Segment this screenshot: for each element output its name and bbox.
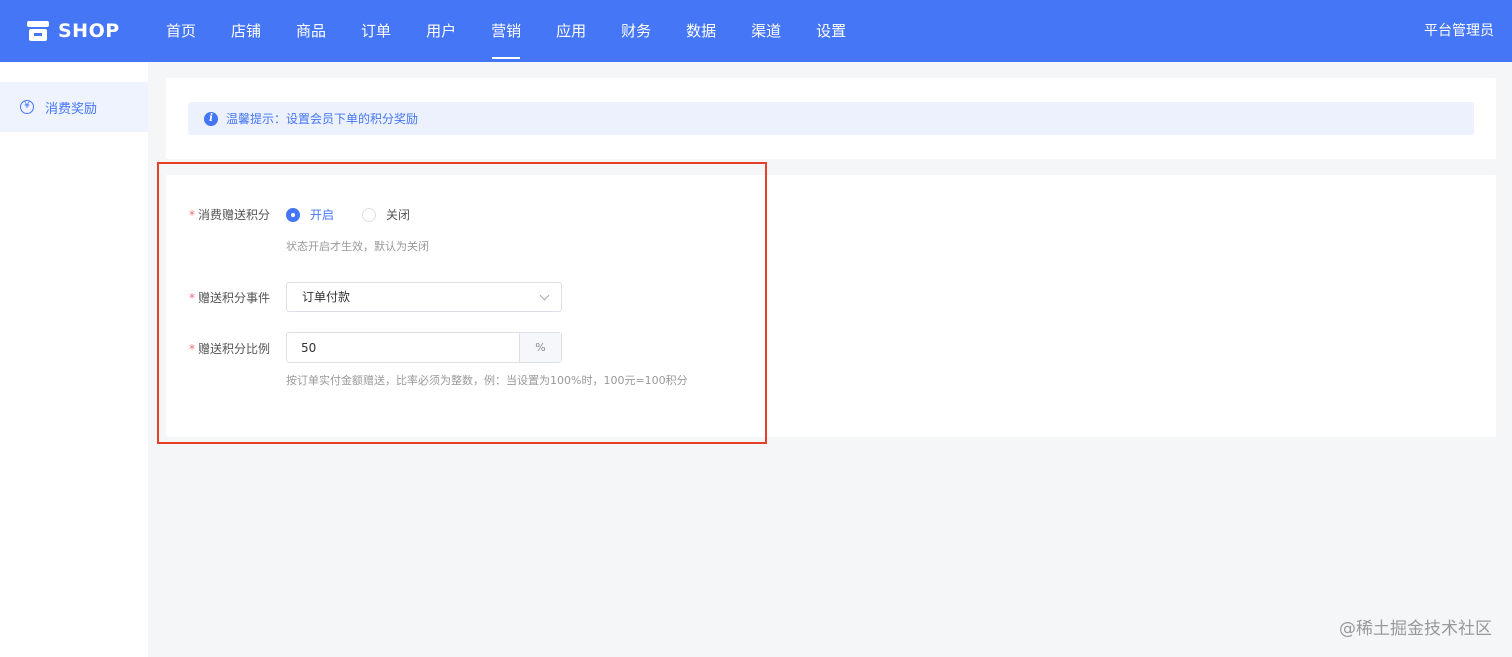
- radio-disable-label: 关闭: [386, 208, 411, 222]
- alert-text: 温馨提示：设置会员下单的积分奖励: [226, 112, 419, 126]
- store-icon: [27, 21, 49, 41]
- chevron-down-icon: [539, 290, 550, 301]
- radio-enable[interactable]: 开启: [286, 206, 334, 223]
- ratio-label: * 赠送积分比例: [188, 342, 270, 356]
- info-icon: i: [204, 111, 218, 126]
- radio-enable-label: 开启: [310, 208, 335, 222]
- radio-dot: [286, 207, 300, 222]
- nav-item-store[interactable]: 店铺: [215, 0, 277, 62]
- event-select[interactable]: 订单付款: [286, 282, 562, 312]
- radio-dot: [362, 207, 376, 222]
- ratio-input[interactable]: [287, 333, 519, 362]
- nav-item-apps[interactable]: 应用: [540, 0, 602, 62]
- ratio-input-group: %: [286, 332, 562, 363]
- nav-item-marketing[interactable]: 营销: [475, 0, 537, 62]
- sidebar: ¥ 消费奖励: [0, 62, 148, 657]
- reward-switch-help: 状态开启才生效，默认为关闭: [286, 240, 429, 253]
- nav-item-data[interactable]: 数据: [670, 0, 732, 62]
- radio-disable[interactable]: 关闭: [362, 206, 410, 223]
- info-alert: i 温馨提示：设置会员下单的积分奖励: [188, 102, 1474, 135]
- nav-item-finance[interactable]: 财务: [605, 0, 667, 62]
- nav-item-orders[interactable]: 订单: [345, 0, 407, 62]
- ratio-help: 按订单实付金额赠送，比率必须为整数，例：当设置为100%时，100元=100积分: [286, 374, 688, 387]
- sidebar-item-consumption-reward[interactable]: ¥ 消费奖励: [0, 82, 148, 132]
- watermark: @稀土掘金技术社区: [1339, 619, 1492, 639]
- required-mark: *: [188, 208, 195, 222]
- tip-panel: i 温馨提示：设置会员下单的积分奖励: [166, 78, 1496, 159]
- nav-item-home[interactable]: 首页: [150, 0, 212, 62]
- required-mark: *: [188, 342, 195, 356]
- nav-item-settings[interactable]: 设置: [800, 0, 862, 62]
- nav-item-channels[interactable]: 渠道: [735, 0, 797, 62]
- top-navbar: SHOP 首页 店铺 商品 订单 用户 营销 应用 财务 数据 渠道 设置 平台…: [0, 0, 1512, 62]
- main-nav: 首页 店铺 商品 订单 用户 营销 应用 财务 数据 渠道 设置: [150, 0, 865, 62]
- yen-icon: ¥: [20, 100, 34, 114]
- nav-item-products[interactable]: 商品: [280, 0, 342, 62]
- event-label: * 赠送积分事件: [188, 291, 270, 305]
- brand-logo[interactable]: SHOP: [26, 0, 120, 62]
- user-menu[interactable]: 平台管理员: [1424, 0, 1494, 62]
- percent-suffix: %: [519, 333, 561, 362]
- event-select-value: 订单付款: [302, 290, 351, 304]
- reward-switch-label: * 消费赠送积分: [188, 208, 270, 222]
- required-mark: *: [188, 291, 195, 305]
- sidebar-item-label: 消费奖励: [45, 101, 98, 117]
- brand-name: SHOP: [58, 20, 120, 42]
- nav-item-users[interactable]: 用户: [410, 0, 472, 62]
